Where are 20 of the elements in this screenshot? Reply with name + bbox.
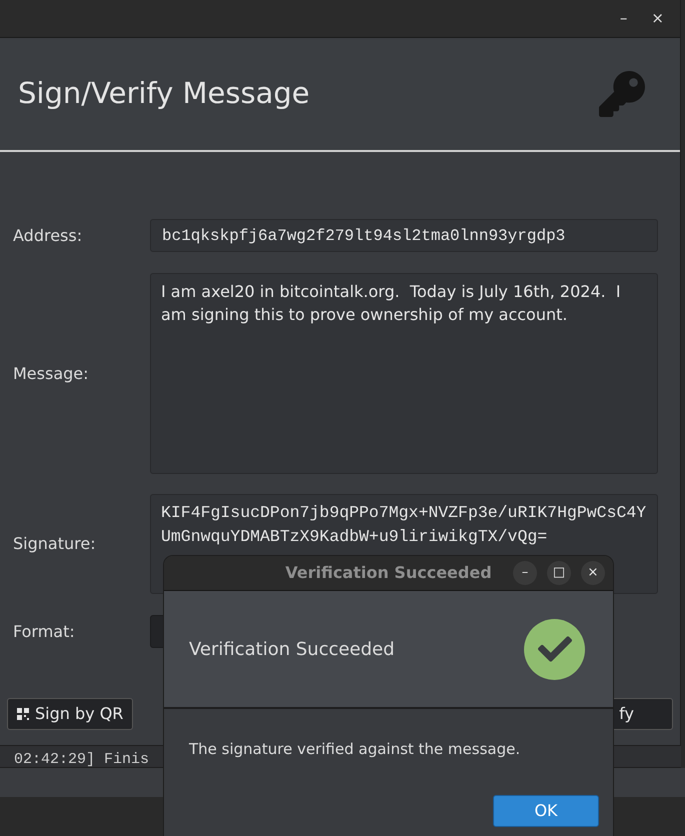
dialog-title: Verification Succeeded: [285, 562, 492, 584]
key-icon: [599, 71, 645, 117]
sign-by-qr-button[interactable]: Sign by QR: [7, 698, 134, 730]
close-button[interactable]: ×: [581, 561, 605, 585]
qr-code-icon: [17, 708, 29, 720]
minimize-button[interactable]: –: [513, 561, 537, 585]
maximize-button[interactable]: □: [547, 561, 571, 585]
field-label: Address:: [13, 224, 84, 246]
message-field[interactable]: I am axel20 in bitcointalk.org. Today is July 16th, 2024. I am signing this to prove ownership of my account.: [150, 273, 658, 474]
log-line: 02:42:29] Finis: [14, 751, 150, 767]
ok-button[interactable]: OK: [493, 795, 599, 827]
minimize-button[interactable]: –: [618, 11, 630, 26]
window-title: Sign/Verify Message: [18, 75, 310, 112]
field-label: Message:: [13, 362, 90, 384]
address-field[interactable]: bc1qkskpfj6a7wg2f279lt94sl2tma0lnn93yrgdp3: [150, 219, 658, 252]
close-button[interactable]: ×: [649, 11, 666, 26]
field-label: Signature:: [13, 533, 97, 555]
field-label: Format:: [13, 620, 76, 642]
dialog-message: The signature verified against the message.: [189, 740, 520, 758]
dialog-heading: Verification Succeeded: [189, 638, 395, 662]
